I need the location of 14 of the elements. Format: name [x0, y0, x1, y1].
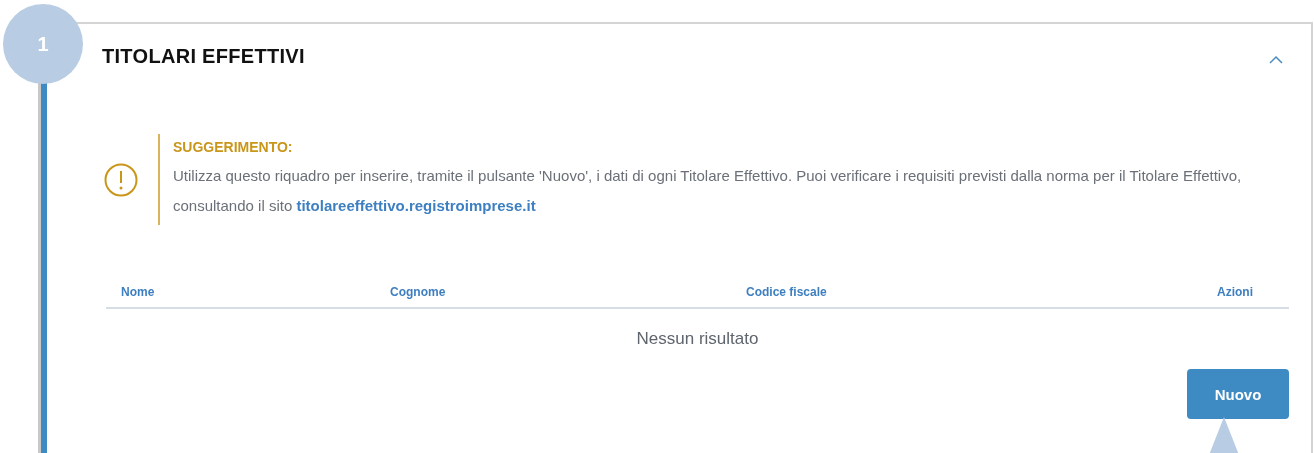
column-header: Azioni [1216, 285, 1254, 299]
step-badge: 1 [3, 4, 83, 84]
column-header: Nome [120, 285, 156, 299]
tip-heading: SUGGERIMENTO: [173, 139, 294, 155]
pointer-triangle [1209, 417, 1239, 453]
column-header: Codice fiscale [745, 285, 828, 299]
chevron-icon[interactable] [1269, 54, 1283, 64]
new-button[interactable]: Nuovo [1187, 369, 1289, 419]
section-title: TITOLARI EFFETTIVI [102, 44, 305, 68]
column-header: Cognome [389, 285, 447, 299]
site-link[interactable]: titolareeffettivo.registroimprese.it [296, 197, 536, 214]
empty-message: Nessun risultato [636, 329, 759, 348]
tip-text: Utilizza questo riquadro per inserire, tramite il pulsante 'Nuovo', i dati di ogni Titolare Effettivo. Puoi verificare i requisiti previsti dalla norma per il Titolare Effettivo, consultando il sito titolareeffettivo.registroimprese.it [173, 166, 1243, 216]
warning-icon [104, 162, 138, 197]
